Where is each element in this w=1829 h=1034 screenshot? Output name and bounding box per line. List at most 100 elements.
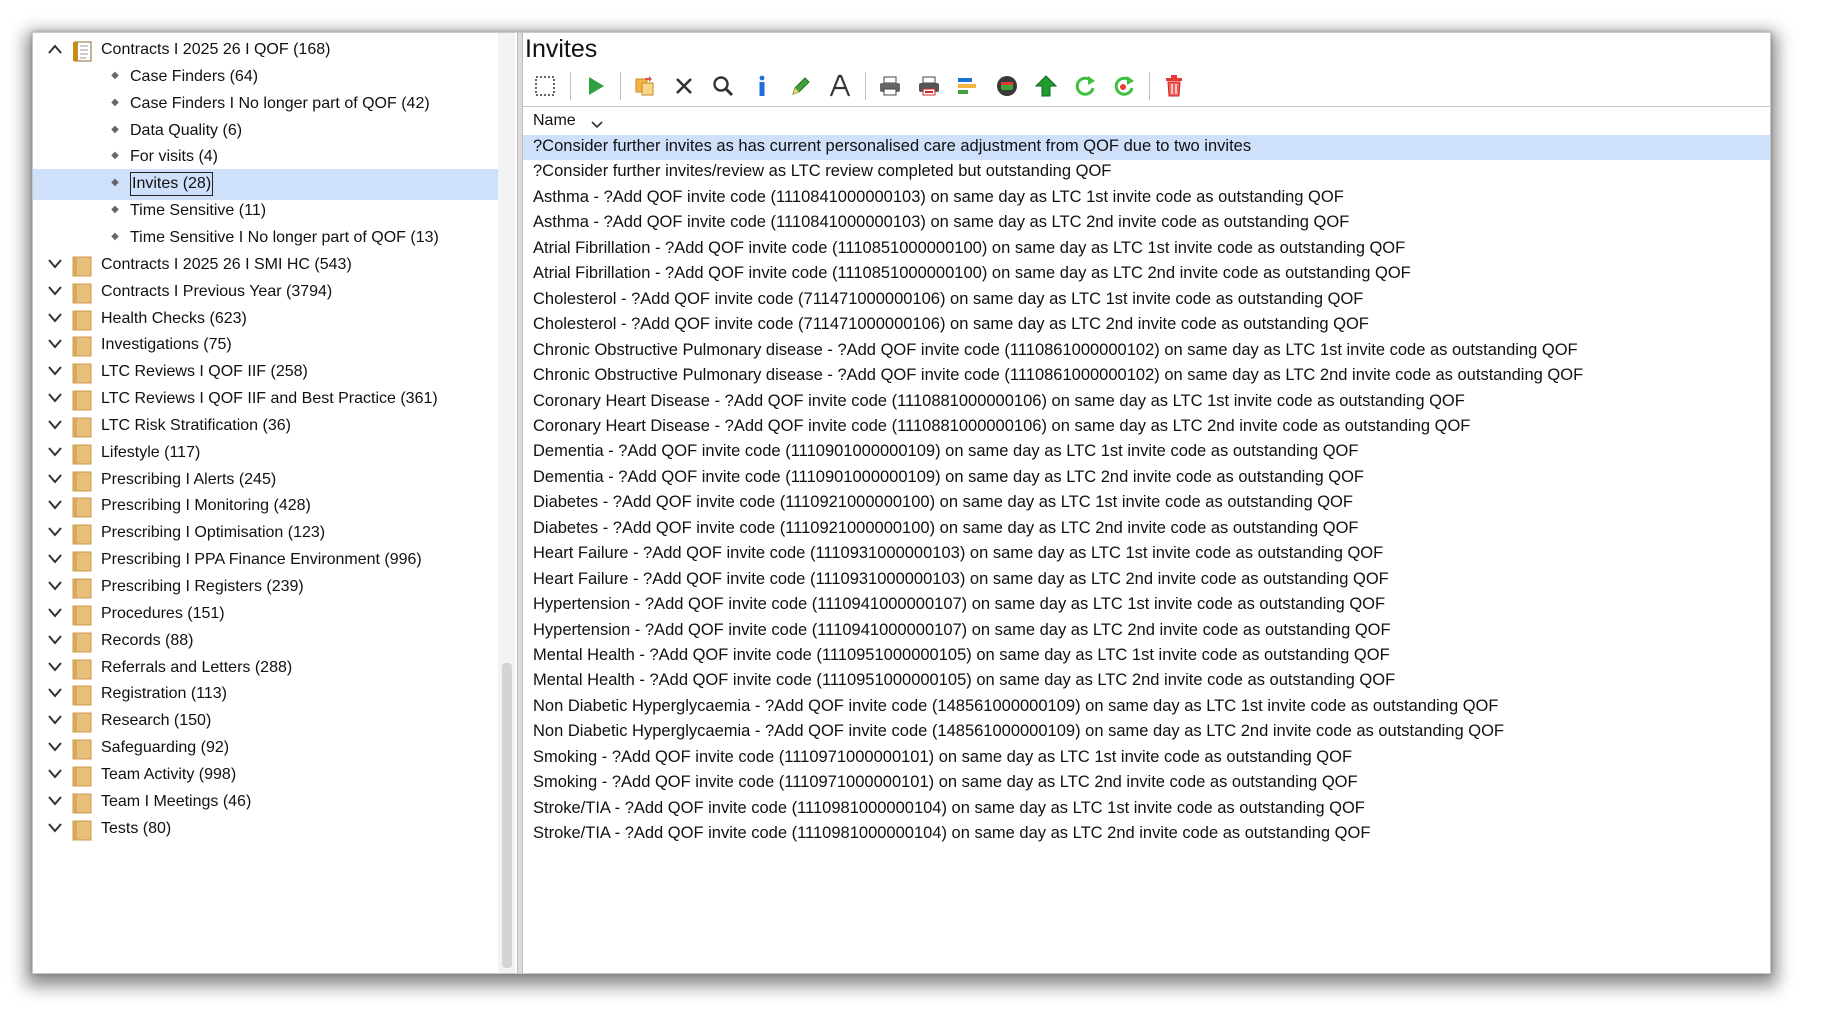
row-name-cell: Heart Failure - ?Add QOF invite code (11… xyxy=(533,569,1389,588)
row-name-cell: Non Diabetic Hyperglycaemia - ?Add QOF i… xyxy=(533,696,1499,715)
table-row[interactable]: ?Consider further invites/review as LTC … xyxy=(523,160,1770,185)
report-icon[interactable] xyxy=(950,69,986,103)
row-name-cell: Dementia - ?Add QOF invite code (1110901… xyxy=(533,467,1364,486)
folder-icon xyxy=(71,792,93,814)
run-icon[interactable] xyxy=(577,69,613,103)
info-icon[interactable] xyxy=(744,69,780,103)
table-row[interactable]: Atrial Fibrillation - ?Add QOF invite co… xyxy=(523,237,1770,262)
expand-chevron-icon[interactable] xyxy=(47,822,63,836)
tree-item-label: Time Sensitive (11) xyxy=(130,202,267,220)
table-row[interactable]: Hypertension - ?Add QOF invite code (111… xyxy=(523,619,1770,644)
expand-chevron-icon[interactable] xyxy=(47,312,63,326)
table-row[interactable]: Hypertension - ?Add QOF invite code (111… xyxy=(523,593,1770,618)
table-row[interactable]: Dementia - ?Add QOF invite code (1110901… xyxy=(523,440,1770,465)
tree-folder-label: Lifestyle (117) xyxy=(101,443,201,461)
expand-chevron-icon[interactable] xyxy=(47,499,63,513)
table-row[interactable]: Asthma - ?Add QOF invite code (111084100… xyxy=(523,186,1770,211)
column-header-name[interactable]: Name xyxy=(533,112,576,130)
table-row[interactable]: Heart Failure - ?Add QOF invite code (11… xyxy=(523,568,1770,593)
tree-folder[interactable]: Tests (80) xyxy=(33,814,498,845)
expand-chevron-icon[interactable] xyxy=(47,741,63,755)
table-row[interactable]: Non Diabetic Hyperglycaemia - ?Add QOF i… xyxy=(523,720,1770,745)
table-row[interactable]: Stroke/TIA - ?Add QOF invite code (11109… xyxy=(523,797,1770,822)
expand-chevron-icon[interactable] xyxy=(47,473,63,487)
font-icon[interactable] xyxy=(822,69,858,103)
sort-chevron-icon[interactable] xyxy=(591,116,603,134)
row-name-cell: Hypertension - ?Add QOF invite code (111… xyxy=(533,620,1391,639)
expand-chevron-icon[interactable] xyxy=(47,446,63,460)
table-row[interactable]: Coronary Heart Disease - ?Add QOF invite… xyxy=(523,390,1770,415)
toolbar-separator xyxy=(570,72,571,100)
folder-icon xyxy=(71,389,93,411)
delete-x-icon[interactable] xyxy=(666,69,702,103)
refresh-icon[interactable] xyxy=(1067,69,1103,103)
table-row[interactable]: Mental Health - ?Add QOF invite code (11… xyxy=(523,644,1770,669)
row-name-cell: Heart Failure - ?Add QOF invite code (11… xyxy=(533,544,1384,563)
tree-folder-label: Safeguarding (92) xyxy=(101,739,230,757)
tree-folder-label: Contracts I 2025 26 I QOF (168) xyxy=(101,41,331,58)
tree-folder-label: Contracts I 2025 26 I SMI HC (543) xyxy=(101,255,352,273)
table-row[interactable]: Cholesterol - ?Add QOF invite code (7114… xyxy=(523,288,1770,313)
database-icon[interactable] xyxy=(989,69,1025,103)
bullet-icon: ◆ xyxy=(111,96,119,108)
tree-scrollbar[interactable] xyxy=(498,33,515,973)
print-red-icon[interactable] xyxy=(911,69,947,103)
expand-chevron-icon[interactable] xyxy=(47,419,63,433)
expand-chevron-icon[interactable] xyxy=(47,607,63,621)
table-row[interactable]: Mental Health - ?Add QOF invite code (11… xyxy=(523,669,1770,694)
table-row[interactable]: Diabetes - ?Add QOF invite code (1110921… xyxy=(523,491,1770,516)
row-name-cell: Coronary Heart Disease - ?Add QOF invite… xyxy=(533,416,1471,435)
table-row[interactable]: Smoking - ?Add QOF invite code (11109710… xyxy=(523,771,1770,796)
expand-chevron-icon[interactable] xyxy=(47,634,63,648)
tree-scrollbar-thumb[interactable] xyxy=(502,663,512,968)
search-icon[interactable] xyxy=(705,69,741,103)
expand-chevron-icon[interactable] xyxy=(47,285,63,299)
table-row[interactable]: Asthma - ?Add QOF invite code (111084100… xyxy=(523,211,1770,236)
table-row[interactable]: Coronary Heart Disease - ?Add QOF invite… xyxy=(523,415,1770,440)
expand-chevron-icon[interactable] xyxy=(47,714,63,728)
expand-chevron-icon[interactable] xyxy=(47,580,63,594)
collapse-chevron-icon[interactable] xyxy=(47,43,63,57)
expand-chevron-icon[interactable] xyxy=(47,526,63,540)
table-row[interactable]: Heart Failure - ?Add QOF invite code (11… xyxy=(523,542,1770,567)
table-row[interactable]: Stroke/TIA - ?Add QOF invite code (11109… xyxy=(523,822,1770,847)
expand-chevron-icon[interactable] xyxy=(47,687,63,701)
panel-title: Invites xyxy=(525,35,598,63)
tree-item-label: Case Finders I No longer part of QOF (42… xyxy=(130,94,430,112)
expand-chevron-icon[interactable] xyxy=(47,338,63,352)
table-row[interactable]: Chronic Obstructive Pulmonary disease - … xyxy=(523,339,1770,364)
expand-chevron-icon[interactable] xyxy=(47,768,63,782)
edit-pen-icon[interactable] xyxy=(783,69,819,103)
bullet-icon: ◆ xyxy=(111,123,119,135)
table-row[interactable]: Diabetes - ?Add QOF invite code (1110921… xyxy=(523,517,1770,542)
tree-folder-label: Procedures (151) xyxy=(101,604,225,622)
folder-icon xyxy=(71,416,93,438)
select-all-icon[interactable] xyxy=(527,69,563,103)
table-row[interactable]: Chronic Obstructive Pulmonary disease - … xyxy=(523,364,1770,389)
table-row[interactable]: Non Diabetic Hyperglycaemia - ?Add QOF i… xyxy=(523,695,1770,720)
trash-icon[interactable] xyxy=(1156,69,1192,103)
upload-arrow-icon[interactable] xyxy=(1028,69,1064,103)
table-row[interactable]: Dementia - ?Add QOF invite code (1110901… xyxy=(523,466,1770,491)
print-icon[interactable] xyxy=(872,69,908,103)
table-row[interactable]: Atrial Fibrillation - ?Add QOF invite co… xyxy=(523,262,1770,287)
expand-chevron-icon[interactable] xyxy=(47,392,63,406)
tree-folder-label: Prescribing I Registers (239) xyxy=(101,578,304,595)
expand-chevron-icon[interactable] xyxy=(47,258,63,272)
folder-icon xyxy=(71,309,93,330)
table-row[interactable]: Smoking - ?Add QOF invite code (11109710… xyxy=(523,746,1770,771)
tree-folder-label: Health Checks (623) xyxy=(101,309,247,327)
tree-folder-label: Investigations (75) xyxy=(101,336,232,354)
expand-chevron-icon[interactable] xyxy=(47,795,63,809)
table-row[interactable]: ?Consider further invites as has current… xyxy=(523,135,1770,161)
tree-folder-label: Referrals and Letters (288) xyxy=(101,658,293,676)
expand-chevron-icon[interactable] xyxy=(47,365,63,379)
grid-header: Name xyxy=(523,106,1770,136)
invites-panel: Invites Name ?Consider further invites a… xyxy=(523,33,1770,973)
expand-chevron-icon[interactable] xyxy=(47,553,63,567)
tree-folder-label: Tests (80) xyxy=(101,819,172,837)
refresh-red-icon[interactable] xyxy=(1106,69,1142,103)
table-row[interactable]: Cholesterol - ?Add QOF invite code (7114… xyxy=(523,313,1770,338)
copy-move-icon[interactable] xyxy=(627,69,663,103)
expand-chevron-icon[interactable] xyxy=(47,661,63,675)
